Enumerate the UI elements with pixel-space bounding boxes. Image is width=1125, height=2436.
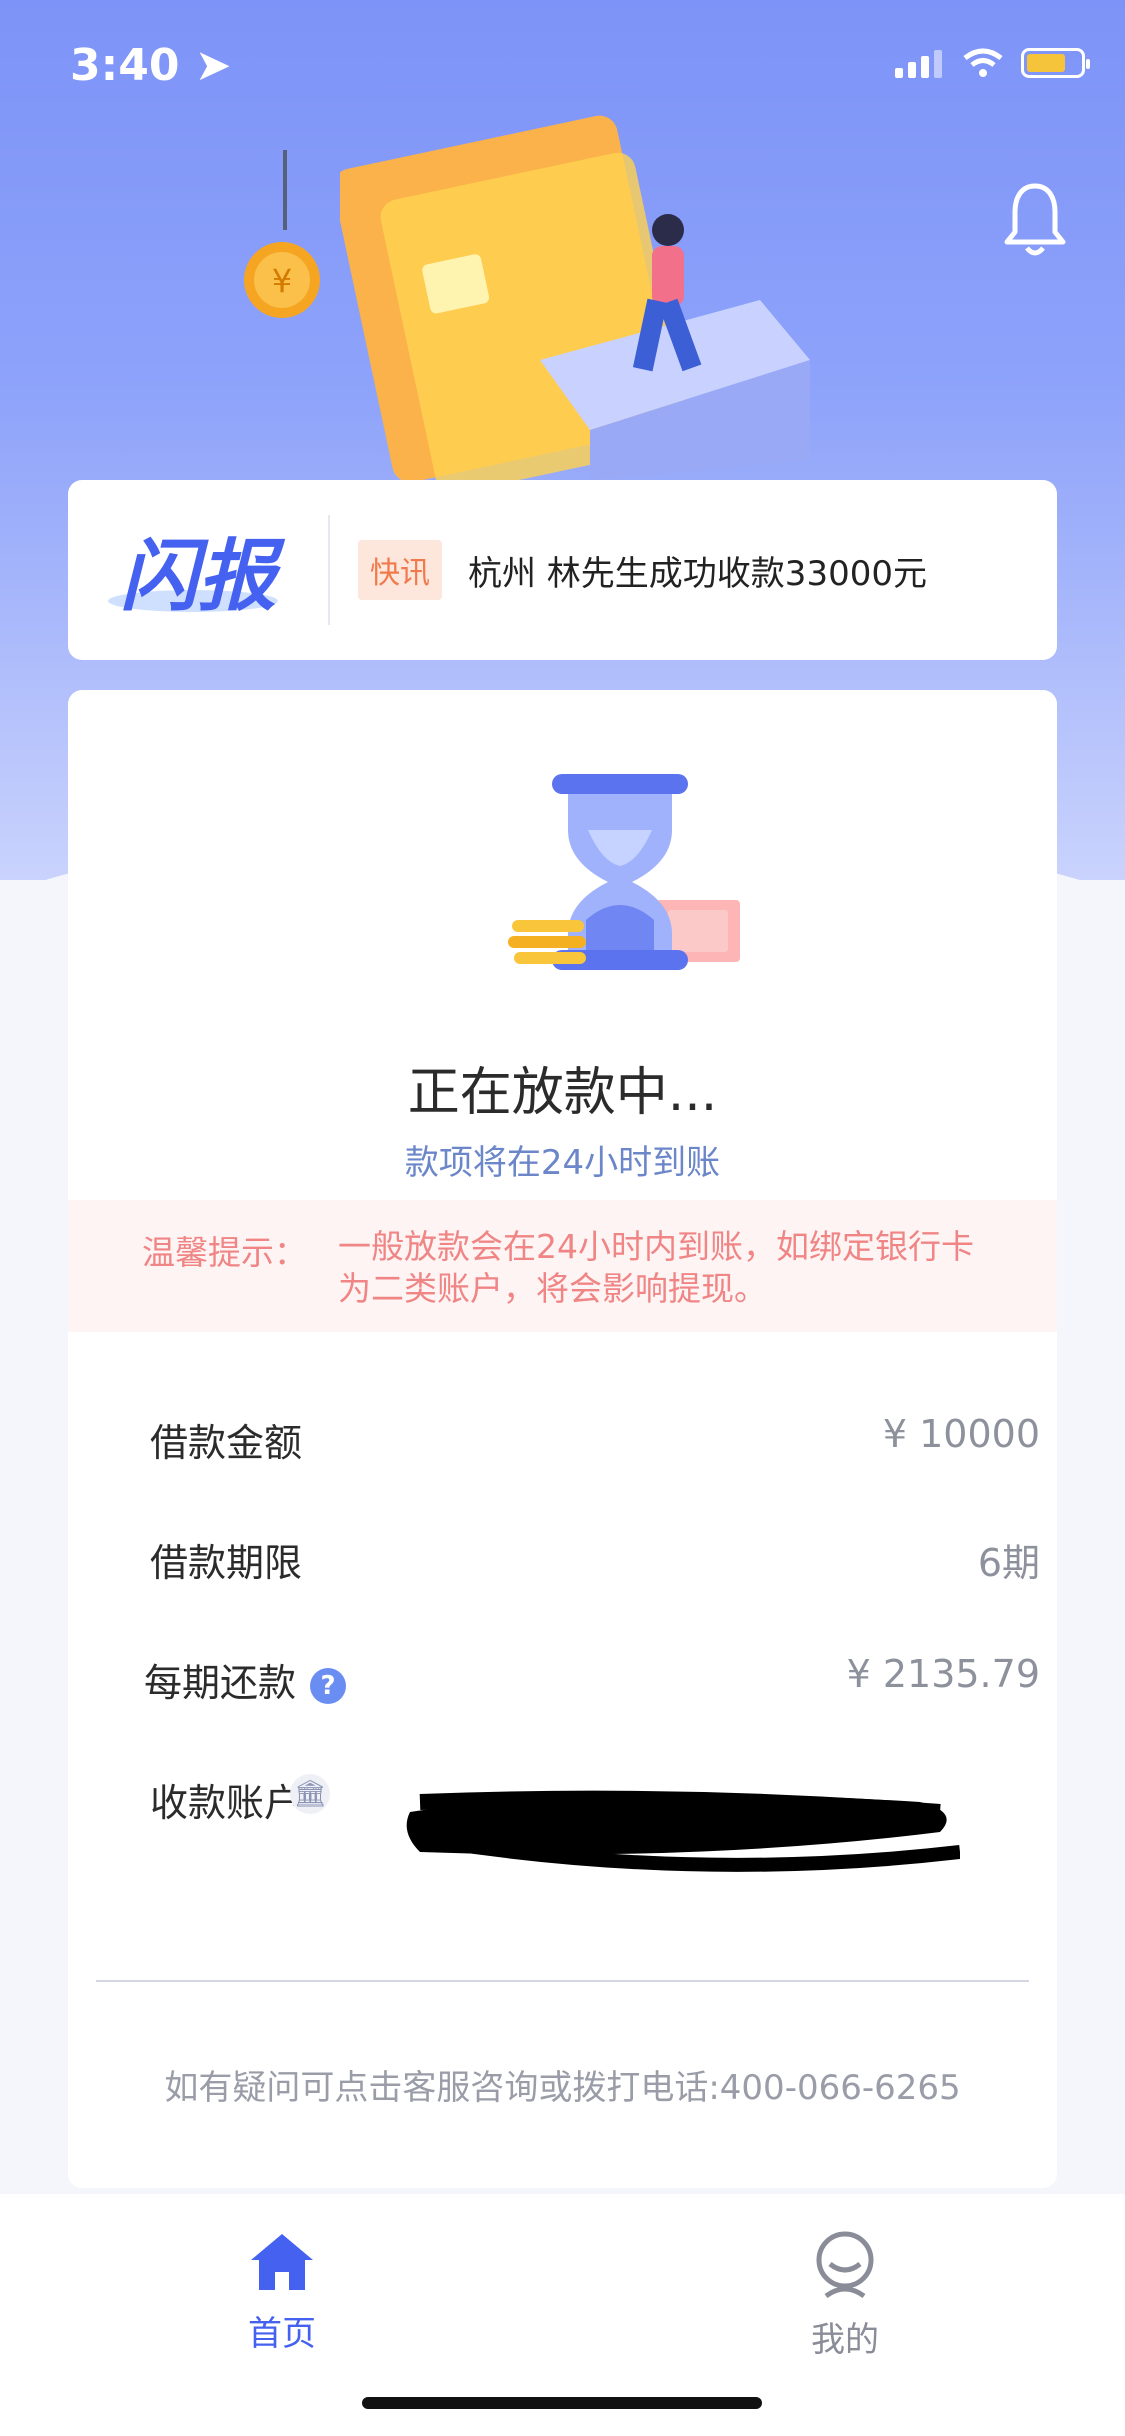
loan-status-title: 正在放款中... xyxy=(407,1063,718,1123)
hourglass-icon xyxy=(508,774,740,970)
detail-value: 6期 xyxy=(977,1541,1040,1585)
detail-row-term: 借款期限 6期 xyxy=(150,1532,1040,1587)
detail-value: ¥ 2135.79 xyxy=(846,1652,1040,1696)
news-ticker[interactable]: 闪报 快讯 杭州 林先生成功收款33000元 xyxy=(68,480,1057,660)
help-icon[interactable]: ? xyxy=(310,1667,347,1704)
tip-label: 温馨提示： xyxy=(142,1233,307,1272)
divider-line xyxy=(96,1980,1029,1982)
home-icon xyxy=(251,2234,313,2290)
detail-row-amount: 借款金额 ¥ 10000 xyxy=(150,1412,1040,1467)
detail-label: 每期还款 xyxy=(144,1661,297,1705)
tab-home[interactable]: 首页 xyxy=(182,2230,382,2355)
account-redaction xyxy=(406,1790,960,1872)
loan-status-card: 正在放款中... 款项将在24小时到账 温馨提示： 一般放款会在24小时内到账，… xyxy=(68,690,1057,2188)
contact-text[interactable]: 如有疑问可点击客服咨询或拨打电话:400-066-6265 xyxy=(68,2060,1057,2109)
tab-home-label: 首页 xyxy=(248,2314,316,2354)
location-arrow-icon: ➤ xyxy=(194,40,232,91)
profile-icon xyxy=(816,2231,874,2299)
detail-label: 借款金额 xyxy=(150,1421,303,1465)
detail-label: 借款期限 xyxy=(150,1541,303,1585)
tab-profile[interactable]: 我的 xyxy=(745,2230,945,2361)
coin-icon: ¥ xyxy=(244,150,320,318)
svg-text:¥: ¥ xyxy=(272,262,292,300)
bank-icon: 🏛 xyxy=(290,1774,330,1814)
news-tag: 快讯 xyxy=(358,540,442,600)
detail-value: ¥ 10000 xyxy=(882,1412,1040,1456)
detail-row-installment: 每期还款? ¥ 2135.79 xyxy=(144,1652,1040,1707)
tab-profile-label: 我的 xyxy=(811,2320,879,2360)
battery-icon xyxy=(1021,48,1090,78)
news-text: 杭州 林先生成功收款33000元 xyxy=(468,553,927,594)
detail-label: 收款账户 xyxy=(150,1781,303,1825)
signal-icon xyxy=(895,48,945,78)
news-divider xyxy=(328,515,330,625)
home-indicator xyxy=(362,2397,762,2409)
warm-tip: 温馨提示： 一般放款会在24小时内到账，如绑定银行卡为二类账户，将会影响提现。 xyxy=(68,1200,1057,1332)
loan-status-subtitle: 款项将在24小时到账 xyxy=(404,1143,721,1183)
wifi-icon xyxy=(963,48,1003,77)
detail-row-account[interactable]: 收款账户 🏛 xyxy=(150,1772,1040,1872)
status-bar: 3:40 ➤ xyxy=(0,0,1125,130)
tip-body: 一般放款会在24小时内到账，如绑定银行卡为二类账户，将会影响提现。 xyxy=(338,1227,974,1308)
status-time: 3:40 ➤ xyxy=(70,40,232,91)
news-logo: 闪报 xyxy=(68,480,328,660)
bell-icon[interactable] xyxy=(1003,180,1067,260)
hero-illustration xyxy=(340,115,810,480)
